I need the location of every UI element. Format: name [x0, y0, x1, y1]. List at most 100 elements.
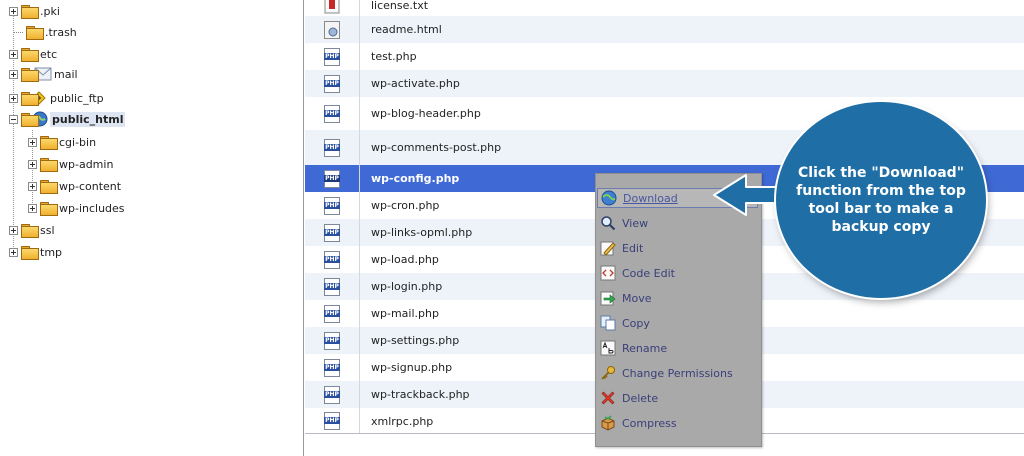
callout-text: Click the "Download" function from the t… [796, 165, 966, 235]
expand-icon[interactable] [9, 69, 18, 79]
key-icon [601, 366, 615, 380]
tree-item-label: wp-includes [59, 201, 125, 215]
menu-item-delete[interactable]: Delete [600, 388, 658, 408]
expand-icon[interactable] [9, 225, 18, 235]
tree-item-label: public_html [50, 111, 126, 127]
file-name: license.txt [371, 0, 429, 12]
php-file-icon: PHP [324, 412, 340, 430]
menu-item-change-permissions[interactable]: Change Permissions [600, 363, 733, 383]
file-name: wp-comments-post.php [371, 141, 502, 154]
tree-item-ssl[interactable]: ssl [9, 219, 55, 241]
file-name: xmlrpc.php [371, 414, 434, 428]
tree-item-trash[interactable]: .trash [13, 21, 77, 43]
pencil-icon [600, 241, 616, 256]
magnifier-icon [601, 216, 616, 231]
folder-icon [40, 202, 58, 216]
folder-icon [21, 48, 39, 62]
tree-item-public-ftp[interactable]: public_ftp [9, 87, 104, 109]
tree-item-label: wp-content [59, 179, 122, 193]
copy-pages-icon [600, 315, 616, 331]
menu-item-move[interactable]: Move [600, 288, 652, 308]
tree-item-wp-admin[interactable]: wp-admin [28, 153, 113, 175]
tree-item-label: cgi-bin [59, 135, 97, 149]
move-arrow-icon [600, 291, 616, 306]
delete-x-icon [601, 391, 615, 405]
text-file-icon [324, 0, 340, 14]
folder-icon [21, 92, 39, 106]
expand-icon[interactable] [28, 181, 37, 191]
tree-item-public-html[interactable]: public_html [9, 108, 126, 130]
expand-icon[interactable] [9, 6, 18, 16]
expand-icon[interactable] [28, 203, 37, 213]
menu-item-label: Delete [622, 391, 659, 405]
file-name: wp-blog-header.php [371, 107, 481, 120]
tree-item-label: etc [40, 47, 58, 61]
tree-item-label: .trash [45, 25, 77, 39]
php-file-icon: PHP [324, 385, 340, 404]
file-name: wp-load.php [371, 253, 439, 266]
instruction-callout: Click the "Download" function from the t… [776, 102, 986, 298]
folder-icon [40, 136, 58, 150]
tree-item-label: ssl [40, 223, 55, 237]
tree-item-label: .pki [40, 4, 60, 18]
folder-icon [21, 113, 39, 127]
php-file-icon: PHP [324, 223, 340, 242]
menu-item-label: Compress [622, 416, 677, 430]
folder-icon [21, 5, 39, 19]
file-name: wp-config.php [371, 172, 460, 185]
php-file-icon: PHP [324, 74, 340, 93]
php-file-icon: PHP [324, 277, 340, 296]
php-file-icon: PHP [324, 138, 340, 157]
folder-icon [26, 26, 44, 40]
php-file-icon: PHP [324, 104, 340, 123]
expand-icon[interactable] [28, 137, 37, 147]
file-name: wp-links-opml.php [371, 226, 473, 239]
menu-item-label: Download [623, 191, 678, 205]
menu-item-label: Code Edit [622, 266, 675, 280]
menu-item-view[interactable]: View [600, 213, 648, 233]
collapse-icon[interactable] [9, 114, 18, 124]
tree-item-wp-content[interactable]: wp-content [28, 175, 121, 197]
php-file-icon: PHP [324, 196, 340, 215]
tree-item-label: tmp [40, 245, 63, 259]
php-file-icon: PHP [324, 169, 340, 188]
tree-item-mail[interactable]: mail [9, 63, 78, 85]
menu-item-compress[interactable]: Compress [600, 413, 677, 433]
menu-item-copy[interactable]: Copy [600, 313, 650, 333]
php-file-icon: PHP [324, 250, 340, 269]
download-globe-icon [601, 190, 617, 206]
tree-item-label: public_ftp [50, 91, 104, 105]
tree-item-pki[interactable]: .pki [9, 0, 60, 22]
expand-icon[interactable] [9, 93, 18, 103]
expand-icon[interactable] [9, 247, 18, 257]
folder-icon [21, 224, 39, 238]
file-name: wp-mail.php [371, 307, 439, 320]
folder-icon [21, 68, 39, 82]
menu-item-code-edit[interactable]: Code Edit [600, 263, 675, 283]
menu-item-label: Edit [622, 241, 644, 255]
folder-icon [40, 180, 58, 194]
menu-item-label: View [622, 216, 649, 230]
tree-item-tmp[interactable]: tmp [9, 241, 62, 263]
menu-item-edit[interactable]: Edit [600, 238, 643, 258]
expand-icon[interactable] [9, 49, 18, 59]
folder-icon [21, 246, 39, 260]
file-row-readme-html[interactable]: readme.html [305, 16, 1024, 43]
tree-item-wp-includes[interactable]: wp-includes [28, 197, 125, 219]
menu-item-rename[interactable]: Rename [600, 338, 667, 358]
tree-item-etc[interactable]: etc [9, 43, 57, 65]
file-row-test-php[interactable]: PHP test.php [305, 43, 1024, 70]
code-edit-icon [600, 265, 616, 281]
menu-item-label: Rename [622, 341, 668, 355]
file-row-license-txt[interactable]: license.txt [305, 0, 1024, 16]
expand-icon[interactable] [28, 159, 37, 169]
html-file-icon [324, 20, 340, 39]
menu-item-label: Move [622, 291, 652, 305]
file-name: wp-cron.php [371, 199, 440, 212]
column-divider [359, 0, 360, 434]
file-row-wp-activate-php[interactable]: PHP wp-activate.php [305, 70, 1024, 97]
file-name: wp-login.php [371, 280, 443, 293]
menu-item-label: Copy [622, 316, 650, 330]
file-name: wp-signup.php [371, 361, 453, 374]
tree-item-cgi-bin[interactable]: cgi-bin [28, 131, 96, 153]
